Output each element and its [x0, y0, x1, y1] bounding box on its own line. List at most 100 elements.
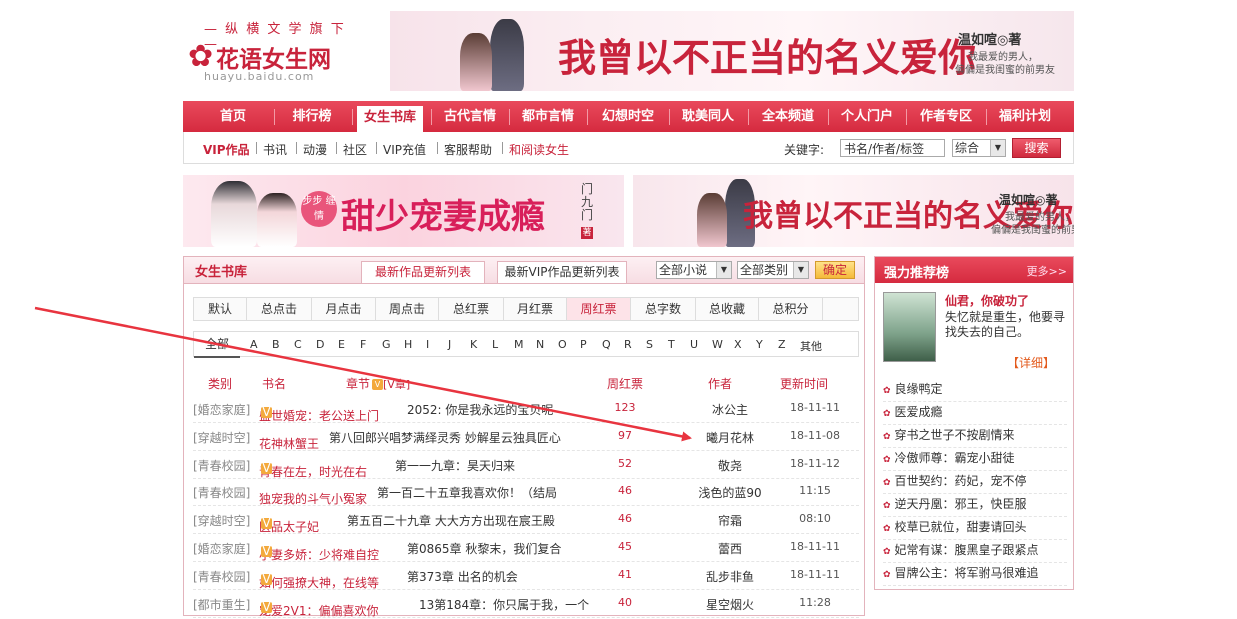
nav-welfare[interactable]: 福利计划: [991, 101, 1059, 132]
letter-w[interactable]: W: [712, 338, 723, 351]
nav-urban-romance[interactable]: 都市言情: [513, 101, 583, 132]
rank-tab-weekly-clicks[interactable]: 周点击: [376, 298, 439, 320]
subnav-anime[interactable]: 动漫: [303, 141, 327, 158]
recommend-item[interactable]: ✿ 校草已就位，甜妻请回头: [883, 516, 1067, 540]
nav-author-zone[interactable]: 作者专区: [911, 101, 981, 132]
rank-tab-favorites[interactable]: 总收藏: [696, 298, 759, 320]
letter-g[interactable]: G: [382, 338, 391, 351]
featured-book-detail-link[interactable]: 【详细】: [1007, 354, 1055, 371]
site-logo[interactable]: — 纵 横 文 学 旗 下 — ✿ 花语女生网 huayu.baidu.com: [186, 14, 366, 84]
row-chapter[interactable]: 第八回郎兴唱梦满绎灵秀 妙解星云独具匠心: [329, 429, 561, 446]
letter-e[interactable]: E: [338, 338, 345, 351]
confirm-button[interactable]: 确定: [815, 261, 855, 279]
nav-complete[interactable]: 全本频道: [753, 101, 823, 132]
rank-tab-default[interactable]: 默认: [194, 298, 247, 320]
row-author[interactable]: 帘霜: [685, 512, 775, 529]
subnav-help[interactable]: 客服帮助: [444, 141, 492, 158]
featured-book-title[interactable]: 仙君，你破功了: [945, 292, 1029, 309]
search-type-select[interactable]: 综合 ▼: [952, 139, 1006, 157]
letter-m[interactable]: M: [514, 338, 524, 351]
letter-x[interactable]: X: [734, 338, 742, 351]
subnav-vip[interactable]: VIP作品: [203, 141, 250, 158]
row-category[interactable]: [青春校园]: [193, 457, 250, 474]
letter-y[interactable]: Y: [756, 338, 763, 351]
letter-f[interactable]: F: [360, 338, 366, 351]
category-filter-select[interactable]: 全部类别 ▼: [737, 261, 809, 279]
letter-u[interactable]: U: [690, 338, 698, 351]
rank-tab-weekly-votes[interactable]: 周红票: [567, 298, 631, 320]
recommend-more-link[interactable]: 更多>>: [1027, 263, 1067, 279]
recommend-item[interactable]: ✿ 逆天丹凰：邪王，快臣服: [883, 493, 1067, 517]
letter-o[interactable]: O: [558, 338, 567, 351]
nav-fantasy[interactable]: 幻想时空: [591, 101, 665, 132]
letter-q[interactable]: Q: [602, 338, 611, 351]
nav-library[interactable]: 女生书库: [357, 106, 423, 132]
search-input[interactable]: 书名/作者/标签: [840, 139, 945, 157]
row-author[interactable]: 乱步非鱼: [685, 568, 775, 585]
novel-filter-select[interactable]: 全部小说 ▼: [656, 261, 732, 279]
row-category[interactable]: [婚恋家庭]: [193, 401, 250, 418]
featured-book-cover[interactable]: [883, 292, 936, 362]
letter-r[interactable]: R: [624, 338, 632, 351]
row-category[interactable]: [穿越时空]: [193, 429, 250, 446]
letter-i[interactable]: I: [426, 338, 429, 351]
search-button[interactable]: 搜索: [1012, 138, 1061, 158]
rank-tab-points[interactable]: 总积分: [759, 298, 823, 320]
row-author[interactable]: 曦月花林: [685, 429, 775, 446]
row-author[interactable]: 浅色的蓝90: [685, 484, 775, 501]
recommend-item[interactable]: ✿ 妃常有谋：腹黑皇子跟紧点: [883, 539, 1067, 563]
row-chapter[interactable]: 2052: 你是我永远的宝贝呢: [407, 401, 553, 418]
subnav-community[interactable]: 社区: [343, 141, 367, 158]
nav-home[interactable]: 首页: [200, 101, 266, 132]
row-author[interactable]: 冰公主: [685, 401, 775, 418]
row-chapter[interactable]: 第0865章 秋黎末，我们复合: [407, 540, 561, 557]
letter-other[interactable]: 其他: [800, 338, 822, 354]
top-banner[interactable]: 我曾以不正当的名义爱你 温如喧◎著 我最爱的男人， 偏偏是我闺蜜的前男友: [390, 11, 1074, 91]
recommend-item[interactable]: ✿ 百世契约：药妃，宠不停: [883, 470, 1067, 494]
tab-latest-updates[interactable]: 最新作品更新列表: [361, 261, 485, 283]
recommend-item[interactable]: ✿ 医爱成瘾: [883, 401, 1067, 425]
recommend-item[interactable]: ✿ 穿书之世子不按剧情来: [883, 424, 1067, 448]
subnav-news[interactable]: 书讯: [263, 141, 287, 158]
row-chapter[interactable]: 第一一九章：昊天归来: [395, 457, 515, 474]
letter-a[interactable]: A: [250, 338, 258, 351]
row-chapter[interactable]: 第五百二十九章 大大方方出现在宸王殿: [347, 512, 555, 529]
nav-ancient-romance[interactable]: 古代言情: [435, 101, 505, 132]
row-category[interactable]: [青春校园]: [193, 568, 250, 585]
letter-l[interactable]: L: [492, 338, 498, 351]
letter-c[interactable]: C: [294, 338, 302, 351]
tab-latest-vip-updates[interactable]: 最新VIP作品更新列表: [497, 261, 627, 283]
row-category[interactable]: [穿越时空]: [193, 512, 250, 529]
row-chapter[interactable]: 13第184章：你只属于我，一个: [419, 596, 589, 613]
row-author[interactable]: 敬尧: [685, 457, 775, 474]
letter-z[interactable]: Z: [778, 338, 786, 351]
subnav-heyuedu[interactable]: 和阅读女生: [509, 141, 569, 158]
rank-tab-monthly-clicks[interactable]: 月点击: [312, 298, 376, 320]
recommend-item[interactable]: ✿ 冒牌公主：将军驸马很难追: [883, 562, 1067, 586]
letter-t[interactable]: T: [668, 338, 675, 351]
subnav-vip-recharge[interactable]: VIP充值: [383, 141, 426, 158]
letter-all[interactable]: 全部: [194, 332, 240, 358]
letter-n[interactable]: N: [536, 338, 544, 351]
row-category[interactable]: [青春校园]: [193, 484, 250, 501]
nav-ranking[interactable]: 排行榜: [277, 101, 347, 132]
recommend-item[interactable]: ✿ 良缘鸭定: [883, 378, 1067, 402]
row-category[interactable]: [婚恋家庭]: [193, 540, 250, 557]
letter-k[interactable]: K: [470, 338, 477, 351]
recommend-item[interactable]: ✿ 冷傲师尊：霸宠小甜徒: [883, 447, 1067, 471]
banner-left[interactable]: 步步 缠情 甜少宠妻成瘾 门九门 著: [183, 175, 624, 247]
letter-b[interactable]: B: [272, 338, 280, 351]
nav-personal[interactable]: 个人门户: [833, 101, 901, 132]
rank-tab-total-clicks[interactable]: 总点击: [247, 298, 312, 320]
letter-s[interactable]: S: [646, 338, 653, 351]
row-category[interactable]: [都市重生]: [193, 596, 250, 613]
letter-d[interactable]: D: [316, 338, 324, 351]
nav-danmei[interactable]: 耽美同人: [673, 101, 743, 132]
rank-tab-total-votes[interactable]: 总红票: [439, 298, 504, 320]
letter-p[interactable]: P: [580, 338, 587, 351]
row-author[interactable]: 蕾西: [685, 540, 775, 557]
rank-tab-monthly-votes[interactable]: 月红票: [504, 298, 567, 320]
banner-right[interactable]: 我曾以不正当的名义爱你 温如喧◎著 我最爱的男人， 偏偏是我闺蜜的前男友: [633, 175, 1074, 247]
row-chapter[interactable]: 第一百二十五章我喜欢你！（结局: [377, 484, 557, 501]
rank-tab-word-count[interactable]: 总字数: [631, 298, 696, 320]
